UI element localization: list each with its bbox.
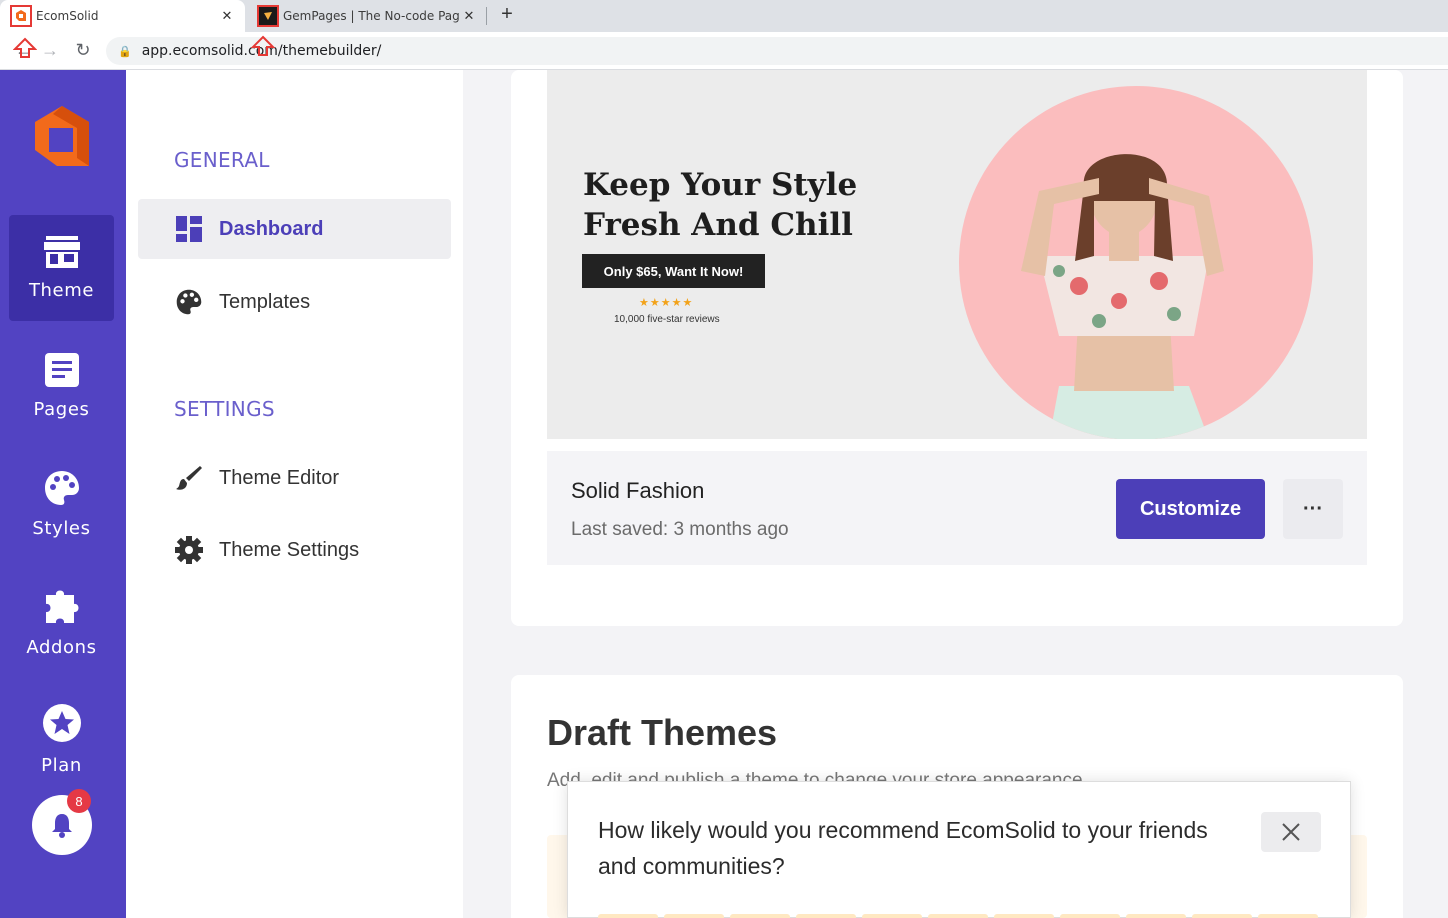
nav-item-label: Templates [219, 290, 311, 313]
nps-survey-popup: How likely would you recommend EcomSolid… [567, 781, 1351, 918]
brush-icon [174, 463, 204, 493]
rail-label: Theme [28, 279, 95, 301]
palette-icon [174, 287, 204, 317]
red-up-arrow-marker-icon [251, 35, 275, 56]
tab-close-icon[interactable]: ✕ [459, 9, 479, 24]
red-up-arrow-marker-icon [13, 37, 37, 58]
browser-address-bar: ← → ↻ 🔒 app.ecomsolid.com/themebuilder/ [0, 32, 1448, 70]
banner-cta: Only $65, Want It Now! [582, 254, 765, 288]
rail-item-theme[interactable]: Theme [9, 215, 114, 321]
tab-close-icon[interactable]: ✕ [217, 9, 237, 24]
score-option[interactable] [1258, 914, 1318, 918]
score-option[interactable] [730, 914, 790, 918]
tab-separator [486, 7, 487, 25]
secondary-nav: GENERAL Dashboard Templates SETTINGS The… [126, 70, 463, 918]
rail-label: Pages [33, 398, 90, 420]
score-option[interactable] [664, 914, 724, 918]
draft-themes-title: Draft Themes [547, 712, 778, 753]
current-theme-info: Solid Fashion Last saved: 3 months ago C… [547, 451, 1367, 565]
forward-arrow-icon[interactable]: → [38, 40, 62, 61]
section-label-general: GENERAL [174, 148, 270, 172]
nav-item-dashboard[interactable]: Dashboard [138, 199, 451, 259]
model-photo [959, 86, 1313, 439]
section-label-settings: SETTINGS [174, 397, 275, 421]
score-option[interactable] [862, 914, 922, 918]
gempages-favicon-icon [257, 5, 279, 27]
notification-count-badge: 8 [67, 789, 91, 813]
theme-preview-banner[interactable]: Keep Your Style Fresh And Chill Only $65… [547, 70, 1367, 439]
score-option[interactable] [796, 914, 856, 918]
browser-tab-gempages[interactable]: GemPages | The No-code Page B ✕ [247, 0, 487, 32]
rail-item-styles[interactable]: Styles [9, 451, 114, 557]
lock-icon: 🔒 [118, 45, 132, 58]
url-field[interactable]: 🔒 app.ecomsolid.com/themebuilder/ [106, 37, 1448, 65]
customize-button[interactable]: Customize [1116, 479, 1265, 539]
rail-label: Plan [41, 754, 82, 776]
tab-title: GemPages | The No-code Page B [283, 9, 459, 23]
puzzle-icon [45, 590, 78, 623]
nav-item-label: Dashboard [219, 217, 324, 240]
reload-icon[interactable]: ↻ [71, 40, 95, 61]
dashboard-icon [174, 214, 204, 244]
banner-reviews: 10,000 five-star reviews [614, 314, 720, 325]
theme-last-saved: Last saved: 3 months ago [571, 519, 789, 540]
browser-tab-ecomsolid[interactable]: EcomSolid ✕ [0, 0, 245, 32]
nav-item-theme-settings[interactable]: Theme Settings [138, 520, 451, 580]
nav-item-templates[interactable]: Templates [138, 272, 451, 332]
survey-question: How likely would you recommend EcomSolid… [598, 817, 1208, 879]
close-survey-button[interactable] [1261, 812, 1321, 852]
gear-icon [174, 535, 204, 565]
rail-label: Styles [32, 517, 91, 539]
page-icon [44, 352, 79, 387]
ecomsolid-favicon-icon [10, 5, 32, 27]
star-icon [42, 703, 81, 742]
banner-headline: Keep Your Style Fresh And Chill [583, 167, 858, 243]
palette-icon [44, 470, 79, 505]
rail-item-addons[interactable]: Addons [9, 568, 114, 674]
theme-name: Solid Fashion [571, 478, 705, 503]
score-option[interactable] [928, 914, 988, 918]
more-options-button[interactable]: ··· [1283, 479, 1343, 539]
ecomsolid-logo-icon [35, 106, 89, 166]
score-option[interactable] [1060, 914, 1120, 918]
rail-item-pages[interactable]: Pages [9, 333, 114, 439]
bell-icon [52, 814, 72, 838]
browser-tab-bar: EcomSolid ✕ GemPages | The No-code Page … [0, 0, 1448, 32]
score-option[interactable] [994, 914, 1054, 918]
score-option[interactable] [1192, 914, 1252, 918]
score-option[interactable] [598, 914, 658, 918]
nav-item-label: Theme Editor [219, 466, 340, 489]
rating-stars-icon: ★★★★★ [639, 297, 694, 309]
nav-item-label: Theme Settings [219, 538, 360, 561]
score-options [598, 914, 1318, 918]
tab-title: EcomSolid [36, 9, 99, 23]
rail-item-plan[interactable]: Plan [9, 686, 114, 792]
store-icon [43, 235, 80, 268]
app-rail: Theme Pages Styles Addons Plan [0, 70, 126, 918]
rail-label: Addons [26, 636, 97, 658]
score-option[interactable] [1126, 914, 1186, 918]
new-tab-button[interactable]: + [496, 3, 518, 26]
nav-item-theme-editor[interactable]: Theme Editor [138, 448, 451, 508]
close-icon [1282, 823, 1300, 841]
